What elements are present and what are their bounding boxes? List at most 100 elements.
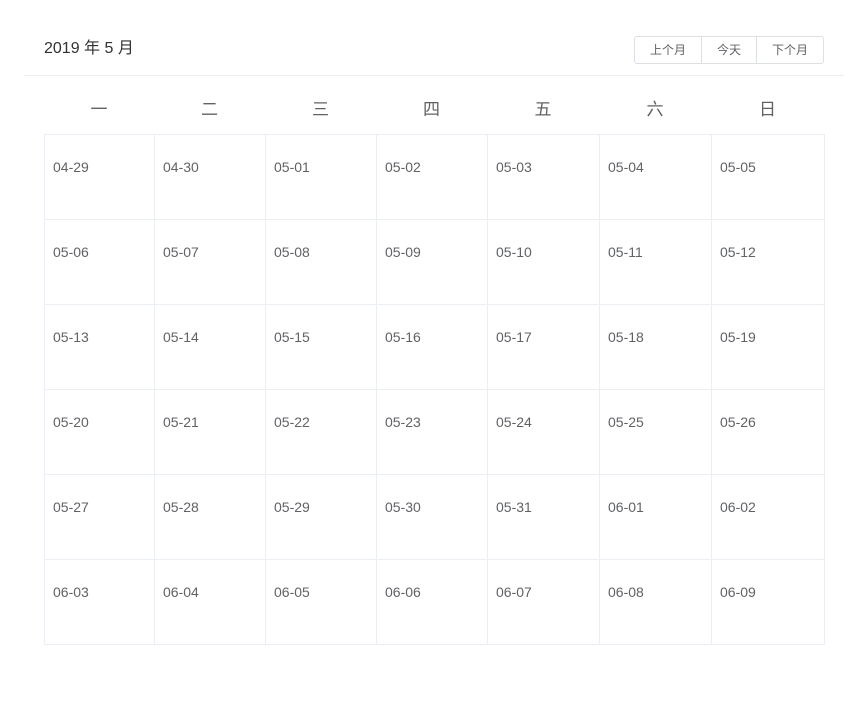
weekday-sun: 日 <box>759 100 776 119</box>
day-label: 06-07 <box>496 584 532 600</box>
day-cell[interactable]: 05-03 <box>487 134 600 220</box>
weekday-thu: 四 <box>423 100 440 119</box>
day-cell[interactable]: 05-24 <box>487 389 600 475</box>
day-label: 05-13 <box>53 329 89 345</box>
day-cell[interactable]: 05-28 <box>154 474 266 560</box>
day-label: 06-04 <box>163 584 199 600</box>
day-cell[interactable]: 05-01 <box>265 134 377 220</box>
day-cell[interactable]: 06-02 <box>711 474 825 560</box>
day-cell[interactable]: 05-09 <box>376 219 488 305</box>
day-label: 05-17 <box>496 329 532 345</box>
weekday-tue: 二 <box>201 100 218 119</box>
week-row-2: 05-06 05-07 05-08 05-09 05-10 05-11 05-1… <box>44 219 825 305</box>
day-cell[interactable]: 06-09 <box>711 559 825 645</box>
day-label: 05-10 <box>496 244 532 260</box>
today-button[interactable]: 今天 <box>700 36 757 64</box>
month-nav-button-group: 上个月 今天 下个月 <box>633 36 824 64</box>
day-label: 05-25 <box>608 414 644 430</box>
day-cell[interactable]: 05-07 <box>154 219 266 305</box>
day-label: 05-08 <box>274 244 310 260</box>
day-cell[interactable]: 05-23 <box>376 389 488 475</box>
day-label: 05-09 <box>385 244 421 260</box>
day-cell[interactable]: 05-25 <box>599 389 712 475</box>
day-label: 05-16 <box>385 329 421 345</box>
day-label: 04-30 <box>163 159 199 175</box>
day-cell[interactable]: 05-30 <box>376 474 488 560</box>
day-cell[interactable]: 05-10 <box>487 219 600 305</box>
day-cell[interactable]: 05-27 <box>44 474 155 560</box>
day-label: 06-06 <box>385 584 421 600</box>
day-cell[interactable]: 05-08 <box>265 219 377 305</box>
day-label: 05-01 <box>274 159 310 175</box>
calendar-card: 2019 年 5 月 上个月 今天 下个月 一 二 三 四 五 六 日 04-2… <box>0 0 868 710</box>
day-cell[interactable]: 05-12 <box>711 219 825 305</box>
weekday-fri: 五 <box>534 100 552 119</box>
day-label: 05-11 <box>608 244 643 260</box>
day-label: 06-05 <box>274 584 310 600</box>
weekday-mon: 一 <box>90 100 108 119</box>
day-label: 05-27 <box>53 499 89 515</box>
day-cell[interactable]: 05-02 <box>376 134 488 220</box>
day-label: 05-21 <box>163 414 199 430</box>
day-label: 05-26 <box>720 414 756 430</box>
day-label: 05-14 <box>163 329 199 345</box>
day-cell[interactable]: 05-05 <box>711 134 825 220</box>
day-label: 05-15 <box>274 329 310 345</box>
day-label: 06-03 <box>53 584 89 600</box>
next-month-button[interactable]: 下个月 <box>755 36 824 64</box>
week-row-5: 05-27 05-28 05-29 05-30 05-31 06-01 06-0… <box>44 474 825 560</box>
day-cell[interactable]: 05-11 <box>599 219 712 305</box>
weekday-wed: 三 <box>312 100 329 119</box>
day-cell[interactable]: 05-21 <box>154 389 266 475</box>
day-label: 05-02 <box>385 159 421 175</box>
day-cell[interactable]: 05-14 <box>154 304 266 390</box>
week-row-4: 05-20 05-21 05-22 05-23 05-24 05-25 05-2… <box>44 389 825 475</box>
day-cell[interactable]: 06-01 <box>599 474 712 560</box>
day-cell[interactable]: 05-16 <box>376 304 488 390</box>
day-cell[interactable]: 05-18 <box>599 304 712 390</box>
day-label: 05-29 <box>274 499 310 515</box>
day-cell[interactable]: 06-08 <box>599 559 712 645</box>
day-label: 05-18 <box>608 329 644 345</box>
day-cell[interactable]: 06-06 <box>376 559 488 645</box>
day-cell[interactable]: 05-29 <box>265 474 377 560</box>
day-cell[interactable]: 04-29 <box>44 134 155 220</box>
day-cell[interactable]: 05-15 <box>265 304 377 390</box>
day-label: 06-02 <box>720 499 756 515</box>
day-cell[interactable]: 05-04 <box>599 134 712 220</box>
day-label: 05-30 <box>385 499 421 515</box>
day-cell[interactable]: 05-13 <box>44 304 155 390</box>
calendar-grid: 04-29 04-30 05-01 05-02 05-03 05-04 05-0… <box>44 134 825 645</box>
day-label: 05-06 <box>53 244 89 260</box>
day-label: 05-07 <box>163 244 199 260</box>
day-label: 05-03 <box>496 159 532 175</box>
day-cell[interactable]: 05-06 <box>44 219 155 305</box>
week-row-6: 06-03 06-04 06-05 06-06 06-07 06-08 06-0… <box>44 559 825 645</box>
day-label: 05-12 <box>720 244 756 260</box>
day-label: 06-08 <box>608 584 644 600</box>
day-cell[interactable]: 05-20 <box>44 389 155 475</box>
day-label: 05-23 <box>385 414 421 430</box>
day-label: 05-04 <box>608 159 644 175</box>
day-cell[interactable]: 05-19 <box>711 304 825 390</box>
prev-month-button[interactable]: 上个月 <box>633 36 702 64</box>
day-cell[interactable]: 05-17 <box>487 304 600 390</box>
day-cell[interactable]: 05-31 <box>487 474 600 560</box>
weekday-header-row: 一 二 三 四 五 六 日 <box>44 90 824 130</box>
day-cell[interactable]: 06-04 <box>154 559 266 645</box>
day-label: 06-09 <box>720 584 756 600</box>
day-cell[interactable]: 06-05 <box>265 559 377 645</box>
week-row-1: 04-29 04-30 05-01 05-02 05-03 05-04 05-0… <box>44 134 825 220</box>
day-label: 05-28 <box>163 499 199 515</box>
day-label: 05-31 <box>496 499 532 515</box>
day-cell[interactable]: 05-26 <box>711 389 825 475</box>
day-label: 05-05 <box>720 159 756 175</box>
day-label: 06-01 <box>608 499 644 515</box>
weekday-sat: 六 <box>646 100 664 119</box>
day-label: 05-19 <box>720 329 756 345</box>
day-cell[interactable]: 06-03 <box>44 559 155 645</box>
day-cell[interactable]: 05-22 <box>265 389 377 475</box>
day-label: 05-24 <box>496 414 532 430</box>
day-cell[interactable]: 06-07 <box>487 559 600 645</box>
day-cell[interactable]: 04-30 <box>154 134 266 220</box>
